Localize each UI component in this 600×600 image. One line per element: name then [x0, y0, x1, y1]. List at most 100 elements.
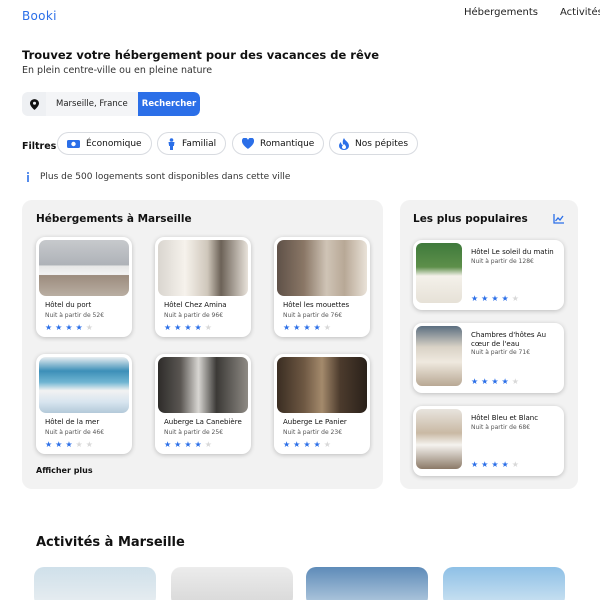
star-filled-icon: ★	[501, 377, 509, 386]
star-filled-icon: ★	[491, 460, 499, 469]
star-filled-icon: ★	[481, 377, 489, 386]
rating-stars: ★ ★ ★ ★ ★	[45, 440, 93, 449]
star-filled-icon: ★	[75, 323, 83, 332]
star-filled-icon: ★	[65, 323, 73, 332]
room-photo	[158, 240, 248, 296]
activity-card-photo[interactable]	[443, 567, 565, 600]
star-empty-icon: ★	[511, 294, 519, 303]
star-filled-icon: ★	[491, 294, 499, 303]
star-filled-icon: ★	[293, 323, 301, 332]
star-filled-icon: ★	[293, 440, 301, 449]
room-photo	[416, 243, 462, 303]
filter-label: Familial	[182, 138, 217, 149]
activity-card-photo[interactable]	[34, 567, 156, 600]
card-name: Hôtel Bleu et Blanc	[471, 414, 539, 422]
star-filled-icon: ★	[313, 323, 321, 332]
star-filled-icon: ★	[303, 440, 311, 449]
room-photo	[277, 240, 367, 296]
popular-card[interactable]: Hôtel Le soleil du matin Nuit à partir d…	[413, 240, 564, 310]
star-filled-icon: ★	[283, 440, 291, 449]
fire-icon	[339, 137, 349, 150]
page-title: Trouvez votre hébergement pour des vacan…	[22, 48, 380, 62]
filter-romantique[interactable]: Romantique	[232, 132, 325, 155]
card-name: Chambres d'hôtes Au cœur de l'eau	[471, 331, 547, 348]
logo[interactable]: Booki	[22, 9, 57, 23]
star-filled-icon: ★	[184, 440, 192, 449]
star-filled-icon: ★	[194, 440, 202, 449]
accommodation-card[interactable]: Hôtel les mouettes Nuit à partir de 76€ …	[274, 237, 370, 337]
person-icon	[168, 137, 175, 150]
trend-chart-icon	[553, 214, 564, 224]
star-filled-icon: ★	[184, 323, 192, 332]
room-photo	[416, 326, 462, 386]
star-empty-icon: ★	[204, 323, 212, 332]
card-price: Nuit à partir de 25€	[164, 429, 224, 436]
popular-card[interactable]: Hôtel Bleu et Blanc Nuit à partir de 68€…	[413, 406, 564, 476]
card-price: Nuit à partir de 46€	[45, 429, 105, 436]
filters-label: Filtres	[22, 141, 57, 152]
filter-nos-pepites[interactable]: Nos pépites	[329, 132, 419, 155]
heart-icon	[242, 138, 254, 149]
star-empty-icon: ★	[75, 440, 83, 449]
filter-familial[interactable]: Familial	[157, 132, 227, 155]
accommodation-card[interactable]: Auberge La Canebière Nuit à partir de 25…	[155, 354, 251, 454]
star-empty-icon: ★	[204, 440, 212, 449]
accommodation-card[interactable]: Hôtel Chez Amina Nuit à partir de 96€ ★ ★…	[155, 237, 251, 337]
rating-stars: ★ ★ ★ ★ ★	[164, 323, 212, 332]
search-input[interactable]: Marseille, France	[46, 92, 138, 116]
star-filled-icon: ★	[55, 440, 63, 449]
rating-stars: ★ ★ ★ ★ ★	[283, 440, 331, 449]
activity-card-photo[interactable]	[306, 567, 428, 600]
money-icon	[67, 139, 80, 148]
rating-stars: ★ ★ ★ ★ ★	[45, 323, 93, 332]
star-empty-icon: ★	[511, 377, 519, 386]
accommodation-card[interactable]: Auberge Le Panier Nuit à partir de 23€ ★…	[274, 354, 370, 454]
show-more-link[interactable]: Afficher plus	[36, 466, 93, 475]
nav-accommodations[interactable]: Hébergements	[464, 7, 538, 18]
card-price: Nuit à partir de 96€	[164, 312, 224, 319]
star-empty-icon: ★	[323, 440, 331, 449]
rating-stars: ★ ★ ★ ★ ★	[164, 440, 212, 449]
nav-activities[interactable]: Activités	[560, 7, 600, 18]
info-text: Plus de 500 logements sont disponibles d…	[40, 172, 291, 182]
accommodations-title: Hébergements à Marseille	[36, 213, 192, 225]
star-filled-icon: ★	[471, 377, 479, 386]
activities-title: Activités à Marseille	[36, 535, 185, 550]
star-filled-icon: ★	[174, 323, 182, 332]
card-price: Nuit à partir de 76€	[283, 312, 343, 319]
star-empty-icon: ★	[85, 323, 93, 332]
room-photo	[158, 357, 248, 413]
room-photo	[39, 240, 129, 296]
room-photo	[416, 409, 462, 469]
star-filled-icon: ★	[283, 323, 291, 332]
popular-card[interactable]: Chambres d'hôtes Au cœur de l'eau Nuit à…	[413, 323, 564, 393]
filter-label: Nos pépites	[355, 138, 409, 149]
star-filled-icon: ★	[55, 323, 63, 332]
star-filled-icon: ★	[303, 323, 311, 332]
search-button[interactable]: Rechercher	[138, 92, 200, 116]
card-price: Nuit à partir de 23€	[283, 429, 343, 436]
star-filled-icon: ★	[481, 294, 489, 303]
card-name: Hôtel Le soleil du matin	[471, 248, 554, 256]
card-price: Nuit à partir de 128€	[471, 258, 534, 265]
search-bar: Marseille, France Rechercher	[22, 92, 200, 116]
card-price: Nuit à partir de 52€	[45, 312, 105, 319]
activity-card-photo[interactable]	[171, 567, 293, 600]
rating-stars: ★ ★ ★ ★ ★	[471, 294, 519, 303]
filter-economique[interactable]: Économique	[57, 132, 152, 155]
card-price: Nuit à partir de 68€	[471, 424, 531, 431]
card-name: Hôtel du port	[45, 301, 92, 309]
star-empty-icon: ★	[323, 323, 331, 332]
card-price: Nuit à partir de 71€	[471, 349, 531, 356]
star-filled-icon: ★	[164, 323, 172, 332]
availability-info: Plus de 500 logements sont disponibles d…	[26, 172, 290, 182]
star-filled-icon: ★	[313, 440, 321, 449]
accommodation-card[interactable]: Hôtel de la mer Nuit à partir de 46€ ★ ★ ★…	[36, 354, 132, 454]
location-pin-icon	[22, 92, 46, 116]
star-filled-icon: ★	[45, 323, 53, 332]
star-filled-icon: ★	[45, 440, 53, 449]
card-name: Hôtel de la mer	[45, 418, 100, 426]
accommodation-card[interactable]: Hôtel du port Nuit à partir de 52€ ★ ★ ★ ★ ★	[36, 237, 132, 337]
star-filled-icon: ★	[481, 460, 489, 469]
star-filled-icon: ★	[174, 440, 182, 449]
